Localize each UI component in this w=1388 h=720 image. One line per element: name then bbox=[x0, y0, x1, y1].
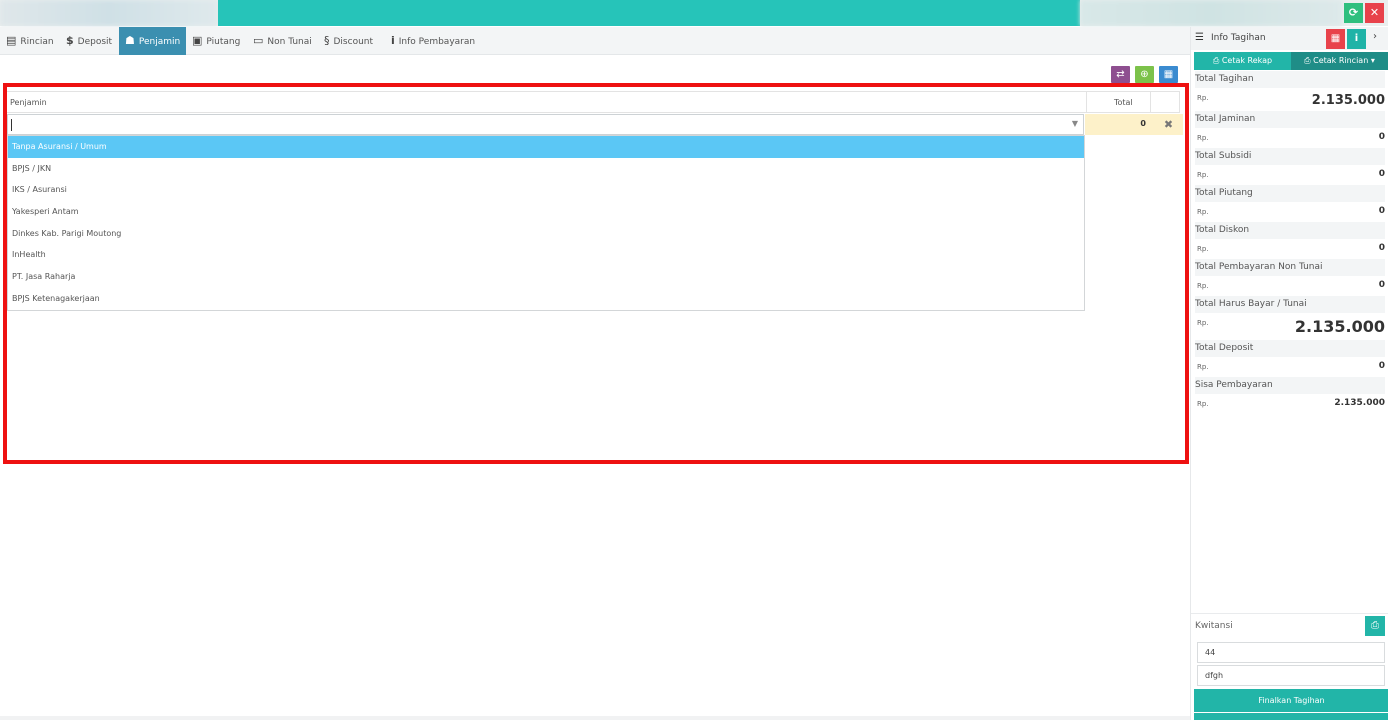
summary-value: 0 bbox=[1378, 169, 1385, 179]
cetak-rekap-button[interactable]: ⎙ Cetak Rekap bbox=[1194, 52, 1291, 70]
printer-icon: ⎙ bbox=[1304, 56, 1314, 65]
summary-label: Total Diskon bbox=[1195, 222, 1385, 239]
list-icon: ▤ bbox=[6, 34, 17, 47]
tab-non-tunai[interactable]: ▭ Non Tunai bbox=[253, 27, 312, 55]
summary-value: 0 bbox=[1378, 243, 1385, 253]
currency-label: Rp. bbox=[1197, 400, 1209, 408]
chevron-right-icon[interactable]: › bbox=[1373, 31, 1377, 42]
info-button[interactable]: i bbox=[1347, 29, 1366, 49]
kwitansi-field[interactable]: dfgh bbox=[1197, 665, 1385, 686]
list-icon: ☰ bbox=[1195, 32, 1204, 43]
summary-label: Sisa Pembayaran bbox=[1195, 377, 1385, 394]
summary-label: Total Subsidi bbox=[1195, 148, 1385, 165]
tab-discount[interactable]: § Discount bbox=[324, 27, 373, 55]
tab-info-pembayaran[interactable]: i Info Pembayaran bbox=[391, 27, 475, 55]
dollar-icon: $ bbox=[66, 34, 74, 47]
summary-value: 2.135.000 bbox=[1294, 317, 1385, 336]
summary-value: 0 bbox=[1378, 132, 1385, 142]
currency-label: Rp. bbox=[1197, 319, 1209, 327]
save-button[interactable]: ▦ bbox=[1159, 66, 1178, 83]
currency-label: Rp. bbox=[1197, 134, 1209, 142]
calculator-icon: ▦ bbox=[1330, 33, 1341, 44]
summary-value: 0 bbox=[1378, 361, 1385, 371]
highlight-box bbox=[3, 83, 1189, 464]
save-icon: ▦ bbox=[1163, 69, 1174, 80]
swap-button[interactable]: ⇄ bbox=[1111, 66, 1130, 83]
refresh-icon[interactable]: ⟳ bbox=[1344, 3, 1363, 23]
kwitansi-section: Kwitansi ⎙ bbox=[1191, 613, 1388, 639]
print-buttons: ⎙ Cetak Rekap ⎙ Cetak Rincian ▾ bbox=[1194, 52, 1388, 70]
caret-down-icon: ▾ bbox=[1368, 56, 1375, 65]
summary-value: 0 bbox=[1378, 206, 1385, 216]
plus-circle-icon: ⊕ bbox=[1140, 69, 1149, 80]
printer-icon: ⎙ bbox=[1212, 56, 1222, 65]
summary-value: 2.135.000 bbox=[1334, 398, 1385, 408]
money-icon: ▣ bbox=[192, 34, 203, 47]
info-icon: i bbox=[391, 34, 395, 47]
card-icon: ▭ bbox=[253, 34, 264, 47]
currency-label: Rp. bbox=[1197, 363, 1209, 371]
currency-label: Rp. bbox=[1197, 208, 1209, 216]
blurred-user-info bbox=[1080, 0, 1342, 26]
header-banner bbox=[218, 0, 1080, 26]
kwitansi-field[interactable]: 44 bbox=[1197, 642, 1385, 663]
summary-label: Total Piutang bbox=[1195, 185, 1385, 202]
info-icon: i bbox=[1354, 33, 1359, 44]
cetak-rincian-button[interactable]: ⎙ Cetak Rincian ▾ bbox=[1291, 52, 1388, 70]
summary-value: 0 bbox=[1378, 280, 1385, 290]
add-button[interactable]: ⊕ bbox=[1135, 66, 1154, 83]
tab-rincian[interactable]: ▤ Rincian bbox=[6, 27, 54, 55]
bottom-strip bbox=[0, 716, 1190, 720]
summary-label: Total Jaminan bbox=[1195, 111, 1385, 128]
info-tagihan-panel: ☰ Info Tagihan ▦ i › ⎙ Cetak Rekap ⎙ Cet… bbox=[1190, 27, 1388, 720]
tab-bar: ▤ Rincian $ Deposit ☗ Penjamin ▣ Piutang ▭ No… bbox=[0, 27, 1190, 55]
close-icon[interactable]: ✕ bbox=[1365, 3, 1384, 23]
currency-label: Rp. bbox=[1197, 282, 1209, 290]
summary-label: Total Tagihan bbox=[1195, 71, 1385, 88]
tab-deposit[interactable]: $ Deposit bbox=[66, 27, 112, 55]
kwitansi-label: Kwitansi bbox=[1195, 621, 1233, 631]
currency-label: Rp. bbox=[1197, 245, 1209, 253]
secondary-action-button[interactable] bbox=[1194, 713, 1388, 720]
tab-penjamin[interactable]: ☗ Penjamin bbox=[119, 27, 187, 55]
info-panel-header: ☰ Info Tagihan ▦ i › bbox=[1191, 27, 1388, 50]
user-icon: ☗ bbox=[125, 34, 135, 47]
tab-piutang[interactable]: ▣ Piutang bbox=[192, 27, 240, 55]
top-bar: ⟳ ✕ bbox=[0, 0, 1388, 26]
summary-label: Total Deposit bbox=[1195, 340, 1385, 357]
summary-label: Total Harus Bayar / Tunai bbox=[1195, 296, 1385, 313]
finalkan-tagihan-button[interactable]: Finalkan Tagihan bbox=[1194, 689, 1388, 712]
print-kwitansi-button[interactable]: ⎙ bbox=[1365, 616, 1385, 636]
printer-icon: ⎙ bbox=[1371, 620, 1379, 631]
info-panel-title: Info Tagihan bbox=[1211, 33, 1266, 43]
calculator-button[interactable]: ▦ bbox=[1326, 29, 1345, 49]
currency-label: Rp. bbox=[1197, 171, 1209, 179]
swap-icon: ⇄ bbox=[1116, 69, 1125, 80]
blurred-logo bbox=[0, 0, 218, 26]
currency-label: Rp. bbox=[1197, 94, 1209, 102]
summary-label: Total Pembayaran Non Tunai bbox=[1195, 259, 1385, 276]
summary-value: 2.135.000 bbox=[1311, 93, 1385, 108]
discount-icon: § bbox=[324, 34, 330, 47]
